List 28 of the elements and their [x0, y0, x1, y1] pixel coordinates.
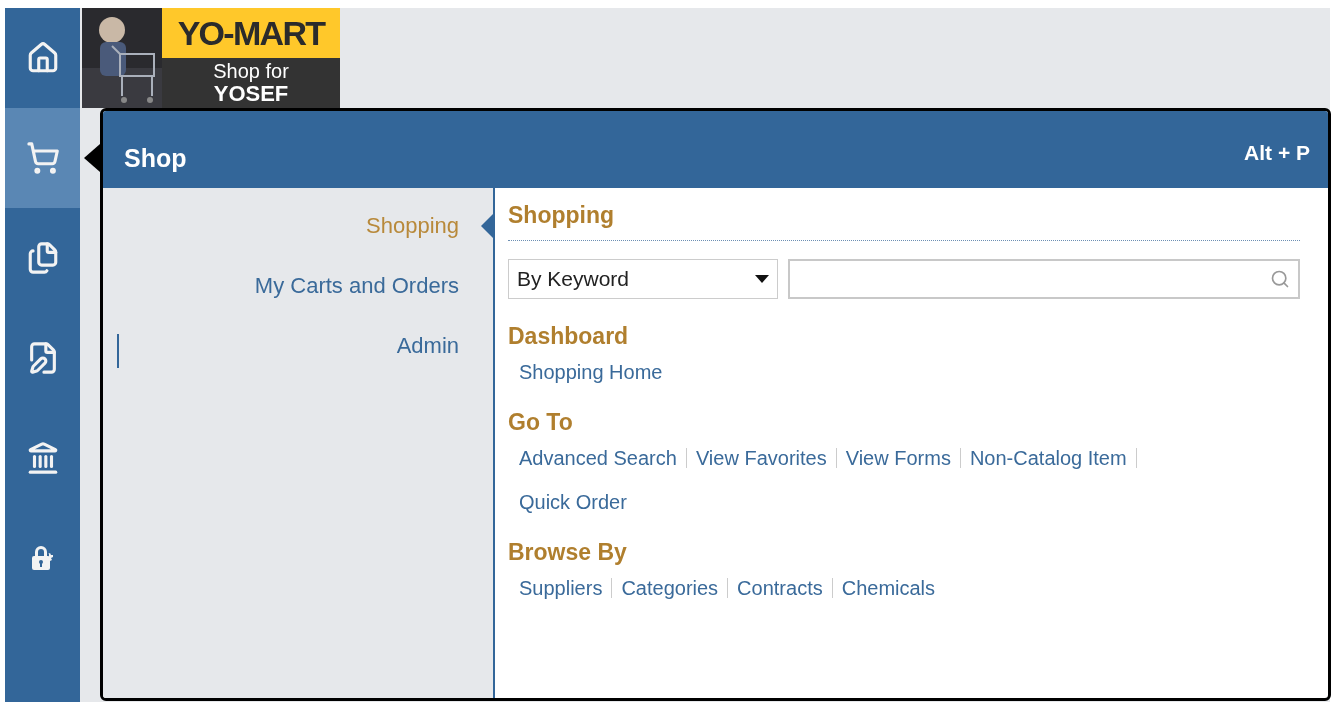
- shortcut-label: Alt + P: [1244, 140, 1310, 166]
- menu-item[interactable]: My Carts and Orders: [254, 273, 459, 298]
- section-heading: Shopping: [508, 200, 1300, 241]
- link[interactable]: View Favorites: [695, 445, 827, 471]
- link[interactable]: Categories: [621, 575, 719, 601]
- link[interactable]: Non-Catalog Item: [969, 445, 1127, 471]
- search-mode-dropdown[interactable]: By Keyword: [508, 259, 778, 299]
- logo[interactable]: YO-MART Shop for YOSEF: [82, 8, 340, 108]
- link[interactable]: Quick Order: [519, 489, 627, 515]
- link[interactable]: Contracts: [737, 575, 823, 601]
- logo-text: Shop for: [213, 60, 289, 82]
- nav-item[interactable]: [5, 108, 80, 208]
- section-heading: Go To: [508, 408, 574, 437]
- search-field[interactable]: [788, 259, 1300, 299]
- section-heading: Browse By: [508, 538, 628, 567]
- logo-title: YO-MART: [162, 8, 340, 58]
- caret-icon: [755, 275, 769, 283]
- search-icon: [1270, 269, 1290, 289]
- link[interactable]: Suppliers: [519, 575, 603, 601]
- link[interactable]: Advanced Search: [519, 445, 677, 471]
- panel-title: Shop: [124, 142, 187, 174]
- link[interactable]: Shopping Home: [519, 359, 663, 385]
- link[interactable]: View Forms: [845, 445, 951, 471]
- menu-item[interactable]: Admin: [396, 333, 459, 358]
- link[interactable]: Chemicals: [841, 575, 936, 601]
- section-heading: Dashboard: [508, 322, 630, 351]
- logo-text: YOSEF: [213, 82, 289, 106]
- cart-icon: [25, 141, 60, 175]
